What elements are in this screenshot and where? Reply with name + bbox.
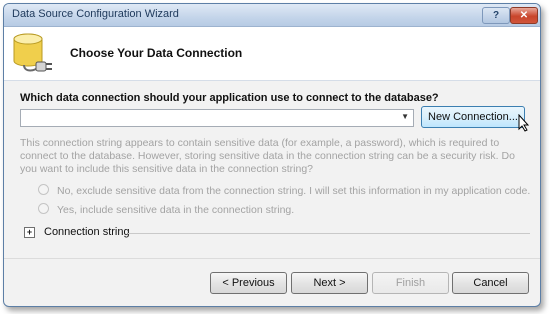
exclude-label: No, exclude sensitive data from the conn… [57, 185, 531, 197]
include-label: Yes, include sensitive data in the conne… [57, 204, 295, 216]
finish-button: Finish [372, 272, 449, 294]
connection-question: Which data connection should your applic… [20, 92, 439, 104]
database-plug-icon [13, 33, 52, 72]
connection-string-label: Connection string [44, 226, 130, 238]
connection-string-divider [128, 233, 530, 234]
next-button[interactable]: Next > [291, 272, 368, 294]
previous-button[interactable]: < Previous [210, 272, 287, 294]
include-sensitive-option[interactable]: Yes, include sensitive data in the conne… [38, 203, 294, 216]
new-connection-button[interactable]: New Connection... [421, 106, 525, 128]
sensitive-data-info: This connection string appears to contai… [20, 137, 515, 175]
include-radio[interactable] [38, 203, 49, 214]
cancel-button[interactable]: Cancel [452, 272, 529, 294]
window-title: Data Source Configuration Wizard [12, 8, 179, 20]
page-title: Choose Your Data Connection [70, 46, 243, 60]
exclude-radio[interactable] [38, 184, 49, 195]
connection-dropdown[interactable]: ▼ [20, 109, 414, 127]
wizard-header: Choose Your Data Connection [4, 27, 540, 81]
title-bar[interactable]: Data Source Configuration Wizard ? ✕ [4, 4, 540, 27]
close-button[interactable]: ✕ [510, 7, 538, 24]
chevron-down-icon: ▼ [401, 112, 409, 121]
footer-divider [4, 258, 540, 259]
mouse-cursor-icon [518, 114, 530, 132]
wizard-dialog: Data Source Configuration Wizard ? ✕ Cho… [3, 3, 541, 307]
exclude-sensitive-option[interactable]: No, exclude sensitive data from the conn… [38, 184, 530, 197]
help-button[interactable]: ? [482, 7, 510, 24]
connection-string-expander[interactable]: + [24, 227, 35, 238]
